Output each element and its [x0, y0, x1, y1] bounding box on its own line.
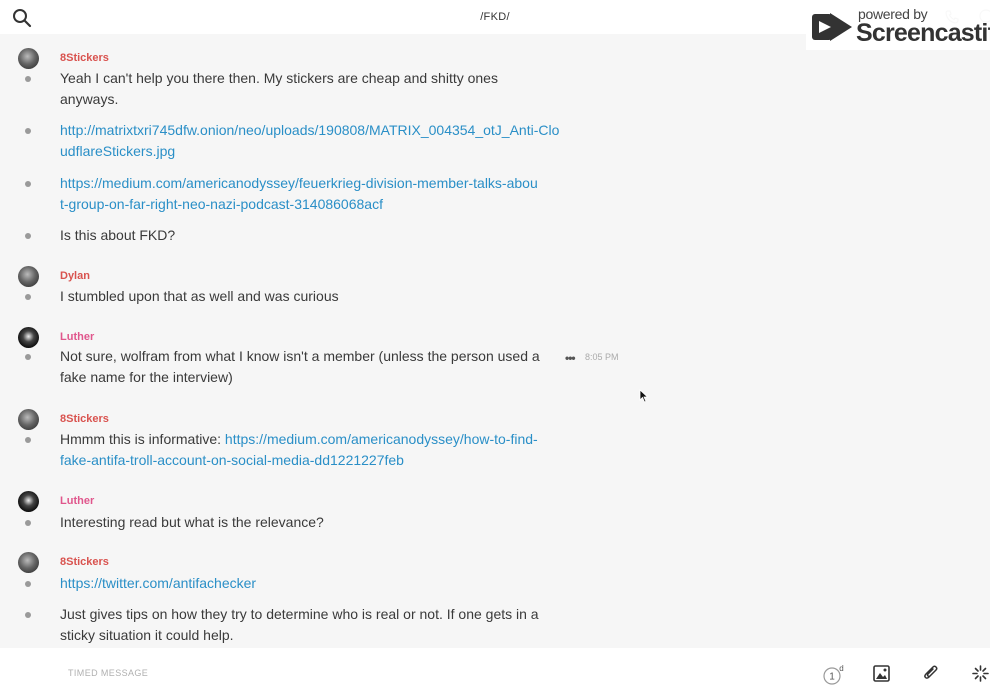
- message-status-dot: [25, 181, 31, 187]
- message-text: Hmmm this is informative: https://medium…: [60, 429, 540, 471]
- message-status-dot: [25, 437, 31, 443]
- ping-icon[interactable]: [972, 665, 989, 682]
- message-text: Is this about FKD?: [60, 227, 176, 243]
- avatar[interactable]: [18, 266, 39, 287]
- message-text: I stumbled upon that as well and was cur…: [60, 288, 339, 304]
- message-status-dot: [25, 612, 31, 618]
- image-icon[interactable]: [873, 665, 890, 682]
- message-link-text: https://twitter.com/antifachecker: [60, 573, 560, 594]
- message-link[interactable]: https://twitter.com/antifachecker: [60, 575, 256, 591]
- composer-bar: TIMED MESSAGE 1 d: [0, 648, 990, 700]
- message-link[interactable]: https://medium.com/americanodyssey/feuer…: [60, 175, 538, 212]
- sender-name[interactable]: Dylan: [60, 270, 90, 282]
- more-icon[interactable]: •••: [565, 351, 576, 365]
- avatar[interactable]: [18, 327, 39, 348]
- app-window: /FKD/ powered by Screencastify 8Stickers…: [0, 0, 990, 700]
- message-status-dot: [25, 76, 31, 82]
- message-text: Interesting read but what is the relevan…: [60, 514, 324, 530]
- message-status-dot: [25, 520, 31, 526]
- message-status-dot: [25, 354, 31, 360]
- message-timestamp: 8:05 PM: [585, 352, 619, 362]
- message-link[interactable]: http://matrixtxri745dfw.onion/neo/upload…: [60, 122, 559, 159]
- message-status-dot: [25, 294, 31, 300]
- message-list: 8Stickers Yeah I can't help you there th…: [0, 34, 990, 648]
- message-link-text: http://matrixtxri745dfw.onion/neo/upload…: [60, 120, 560, 162]
- message-text: Not sure, wolfram from what I know isn't…: [60, 348, 540, 385]
- message-status-dot: [25, 581, 31, 587]
- message-input[interactable]: TIMED MESSAGE: [68, 668, 148, 678]
- message-status-dot: [25, 128, 31, 134]
- message-text: Just gives tips on how they try to deter…: [60, 606, 539, 643]
- sender-name[interactable]: Luther: [60, 331, 94, 343]
- avatar[interactable]: [18, 409, 39, 430]
- timer-icon[interactable]: 1 d: [822, 664, 846, 686]
- message-text-prefix: Hmmm this is informative:: [60, 431, 225, 447]
- paperclip-icon[interactable]: [922, 664, 940, 682]
- sender-name[interactable]: 8Stickers: [60, 413, 109, 425]
- message-status-dot: [25, 233, 31, 239]
- mouse-cursor-icon: [639, 389, 649, 403]
- message-text: Yeah I can't help you there then. My sti…: [60, 70, 498, 107]
- sender-name[interactable]: 8Stickers: [60, 52, 109, 64]
- sender-name[interactable]: 8Stickers: [60, 556, 109, 568]
- sender-name[interactable]: Luther: [60, 495, 94, 507]
- timer-value: 1: [829, 672, 835, 683]
- message-link-text: https://medium.com/americanodyssey/feuer…: [60, 173, 540, 215]
- avatar[interactable]: [18, 491, 39, 512]
- avatar[interactable]: [18, 48, 39, 69]
- avatar[interactable]: [18, 552, 39, 573]
- timer-unit: d: [839, 664, 843, 673]
